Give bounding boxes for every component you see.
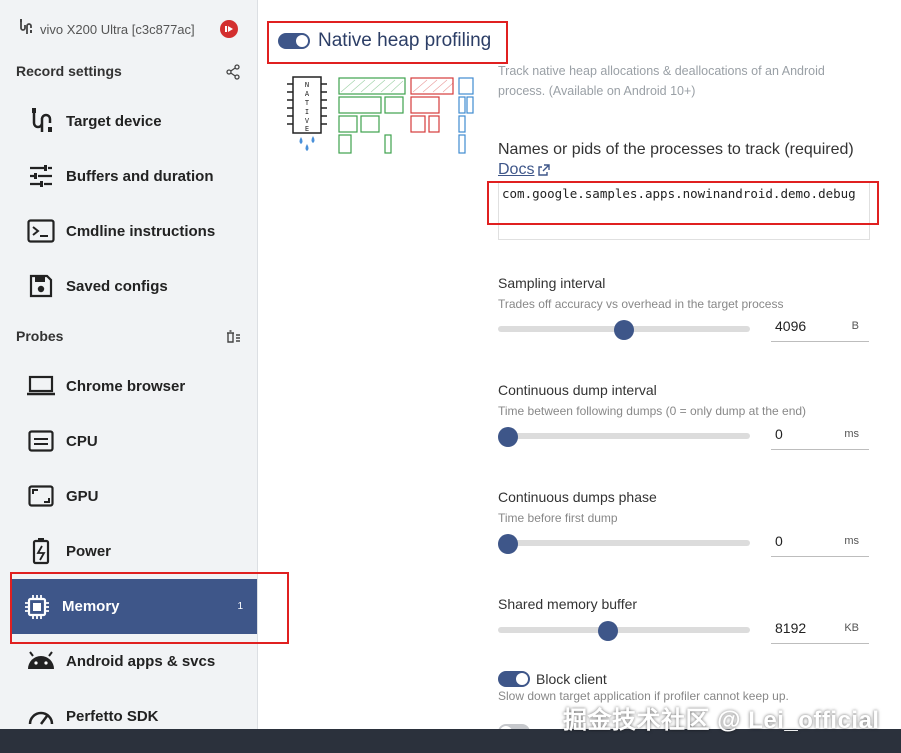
sidebar-item-cmdline[interactable]: Cmdline instructions	[16, 207, 256, 255]
dump-interval-unit: ms	[844, 428, 859, 440]
save-icon	[24, 269, 58, 303]
sidebar-item-label: Android apps & svcs	[66, 652, 216, 670]
sidebar-item-target-device[interactable]: Target device	[16, 97, 256, 145]
sidebar-item-label: Target device	[66, 112, 162, 130]
dump-phase-unit: ms	[844, 535, 859, 547]
usb-plug-icon	[24, 104, 58, 138]
gpu-icon	[24, 479, 58, 513]
cpu-card-icon	[24, 424, 58, 458]
sidebar-item-android-apps[interactable]: Android apps & svcs	[16, 637, 256, 685]
open-external-icon	[538, 163, 551, 176]
device-selector[interactable]: vivo X200 Ultra [c3c877ac]	[18, 18, 195, 40]
sampling-interval-title: Sampling interval	[498, 275, 606, 291]
docs-link-text: Docs	[498, 161, 535, 178]
svg-text:N: N	[305, 81, 309, 89]
sampling-interval-slider-thumb[interactable]	[614, 320, 634, 340]
block-client-row: Block client	[498, 671, 607, 687]
terminal-icon	[24, 214, 58, 248]
dump-interval-title: Continuous dump interval	[498, 382, 657, 398]
dump-phase-field[interactable]: 0 ms	[771, 527, 869, 557]
process-list-label: Names or pids of the processes to track …	[498, 141, 854, 158]
sampling-interval-value[interactable]: 4096	[775, 318, 806, 334]
shared-memory-slider[interactable]	[498, 627, 750, 633]
dump-phase-value[interactable]: 0	[775, 533, 783, 549]
sidebar-item-label: Saved configs	[66, 277, 168, 295]
sidebar-item-label: Buffers and duration	[66, 167, 214, 185]
record-settings-heading: Record settings	[16, 63, 122, 79]
tune-sliders-icon	[24, 159, 58, 193]
stop-icon	[225, 26, 233, 32]
sidebar-item-label: Chrome browser	[66, 377, 186, 395]
sidebar-item-cpu[interactable]: CPU	[16, 417, 256, 465]
sampling-interval-field[interactable]: 4096 B	[771, 312, 869, 342]
dump-phase-slider-thumb[interactable]	[498, 534, 518, 554]
usb-plug-icon	[18, 18, 34, 41]
sidebar-item-label: Perfetto SDK	[66, 707, 159, 725]
sidebar-item-label: Power	[66, 542, 112, 560]
sidebar-item-label: CPU	[66, 432, 98, 450]
dump-interval-subtitle: Time between following dumps (0 = only d…	[498, 404, 807, 418]
sidebar-item-gpu[interactable]: GPU	[16, 472, 256, 520]
sidebar-item-label: GPU	[66, 487, 99, 505]
sidebar-item-buffers[interactable]: Buffers and duration	[16, 152, 256, 200]
block-client-toggle[interactable]	[498, 671, 530, 687]
watermark: 掘金技术社区 @ Lei_official	[563, 707, 880, 734]
dump-interval-value[interactable]: 0	[775, 426, 783, 442]
sampling-interval-unit: B	[851, 320, 859, 332]
shared-memory-unit: KB	[844, 622, 859, 634]
block-client-label: Block client	[536, 671, 607, 687]
dump-phase-subtitle: Time before first dump	[498, 511, 618, 525]
android-icon	[24, 644, 58, 678]
dump-interval-slider-thumb[interactable]	[498, 427, 518, 447]
sidebar-item-saved-configs[interactable]: Saved configs	[16, 262, 256, 310]
shared-memory-value[interactable]: 8192	[775, 620, 806, 636]
shared-memory-title: Shared memory buffer	[498, 596, 638, 612]
sidebar-item-chrome[interactable]: Chrome browser	[16, 362, 256, 410]
device-name: vivo X200 Ultra [c3c877ac]	[40, 21, 195, 37]
gauge-icon	[24, 699, 58, 733]
svg-text:E: E	[305, 125, 309, 133]
probes-heading: Probes	[16, 328, 64, 344]
shared-memory-slider-thumb[interactable]	[597, 621, 618, 641]
docs-link[interactable]: Docs	[498, 161, 551, 179]
dump-interval-slider[interactable]	[498, 433, 750, 439]
native-heap-illustration: NATIVE	[287, 76, 474, 154]
dump-phase-title: Continuous dumps phase	[498, 489, 657, 505]
probe-title-highlight-box	[267, 21, 508, 64]
probe-description: Track native heap allocations & dealloca…	[498, 64, 825, 98]
svg-text:I: I	[305, 108, 309, 116]
stop-device-button[interactable]	[220, 20, 238, 38]
shared-memory-field[interactable]: 8192 KB	[771, 614, 869, 644]
sampling-interval-subtitle: Trades off accuracy vs overhead in the t…	[498, 297, 784, 311]
share-icon[interactable]	[224, 63, 242, 81]
battery-icon	[24, 534, 58, 568]
sidebar-item-power[interactable]: Power	[16, 527, 256, 575]
process-highlight-box	[487, 181, 879, 225]
laptop-icon	[24, 369, 58, 403]
sidebar: vivo X200 Ultra [c3c877ac] Record settin…	[0, 0, 289, 753]
sidebar-item-label: Cmdline instructions	[66, 222, 216, 240]
dump-phase-slider[interactable]	[498, 540, 750, 546]
memory-highlight-box	[10, 572, 289, 644]
dump-interval-field[interactable]: 0 ms	[771, 420, 869, 450]
clear-all-icon[interactable]	[224, 328, 242, 346]
app-root: vivo X200 Ultra [c3c877ac] Record settin…	[0, 0, 901, 753]
